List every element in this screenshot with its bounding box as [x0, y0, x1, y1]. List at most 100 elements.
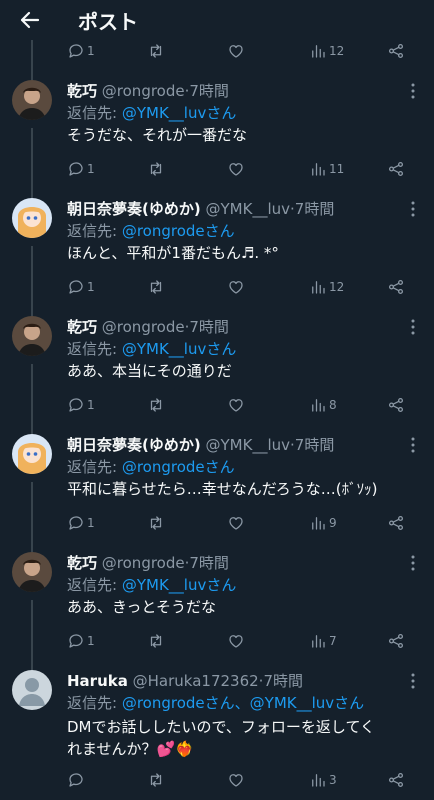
more-options-icon[interactable]: [407, 554, 419, 572]
username[interactable]: @rongrode: [102, 318, 185, 336]
tweet[interactable]: 朝日奈夢奏(ゆめか) @YMK__luv·7時間 返信先: @rongrodeさ…: [0, 198, 434, 308]
tweet[interactable]: 乾巧 @rongrode·7時間 返信先: @YMK__luvさん そうだな、そ…: [0, 80, 434, 190]
views-button[interactable]: 7: [309, 632, 337, 650]
display-name[interactable]: 乾巧: [67, 82, 97, 100]
username[interactable]: @YMK__luv: [206, 200, 291, 218]
like-button[interactable]: [227, 396, 245, 414]
views-button[interactable]: 11: [309, 160, 344, 178]
retweet-icon: [150, 44, 162, 58]
tweet[interactable]: 朝日奈夢奏(ゆめか) @YMK__luv·7時間 返信先: @rongrodeさ…: [0, 434, 434, 544]
timestamp[interactable]: 7時間: [189, 82, 229, 100]
mention-link[interactable]: @rongrodeさん、@YMK__luvさん: [122, 694, 364, 712]
reply-button[interactable]: 1: [67, 632, 95, 650]
share-icon: [388, 279, 404, 295]
display-name[interactable]: 乾巧: [67, 554, 97, 572]
tweet[interactable]: 乾巧 @rongrode·7時間 返信先: @YMK__luvさん ああ、本当に…: [0, 316, 434, 426]
username[interactable]: @Haruka172362: [133, 672, 259, 690]
retweet-button[interactable]: [147, 278, 165, 296]
views-icon: [312, 281, 325, 294]
avatar[interactable]: [12, 434, 52, 474]
share-button[interactable]: [387, 160, 405, 178]
more-options-icon[interactable]: [407, 318, 419, 336]
like-button[interactable]: [227, 42, 245, 60]
tweet-header: 朝日奈夢奏(ゆめか) @YMK__luv·7時間: [67, 198, 334, 219]
display-name[interactable]: Haruka: [67, 672, 128, 690]
like-button[interactable]: [227, 514, 245, 532]
tweet[interactable]: Haruka @Haruka172362·7時間 返信先: @rongrodeさ…: [0, 670, 434, 800]
share-button[interactable]: [387, 514, 405, 532]
views-button[interactable]: 8: [309, 396, 337, 414]
tweet-text: DMでお話ししたいので、フォローを返してく れませんか？💕❤️‍🔥: [67, 716, 375, 760]
reply-button[interactable]: 1: [67, 42, 95, 60]
avatar[interactable]: [12, 80, 52, 120]
reply-count: 1: [87, 398, 95, 412]
reply-button[interactable]: 1: [67, 514, 95, 532]
like-button[interactable]: [227, 632, 245, 650]
tweet-text-line: DMでお話ししたいので、フォローを返してく: [67, 718, 375, 736]
username[interactable]: @rongrode: [102, 554, 185, 572]
more-options-icon[interactable]: [407, 436, 419, 454]
mention-link[interactable]: @YMK__luvさん: [122, 340, 237, 358]
tweet[interactable]: 乾巧 @rongrode·7時間 返信先: @YMK__luvさん ああ、きっと…: [0, 552, 434, 662]
reply-button[interactable]: 1: [67, 160, 95, 178]
username[interactable]: @rongrode: [102, 82, 185, 100]
mention-link[interactable]: @YMK__luvさん: [122, 104, 237, 122]
retweet-button[interactable]: [147, 42, 165, 60]
share-button[interactable]: [387, 771, 405, 789]
reply-icon: [69, 516, 83, 530]
views-button[interactable]: 9: [309, 514, 337, 532]
heart-icon: [229, 774, 243, 787]
share-button[interactable]: [387, 42, 405, 60]
tweet-header: 朝日奈夢奏(ゆめか) @YMK__luv·7時間: [67, 434, 334, 455]
retweet-button[interactable]: [147, 396, 165, 414]
display-name[interactable]: 朝日奈夢奏(ゆめか): [67, 436, 201, 454]
more-options-icon[interactable]: [407, 672, 419, 690]
avatar[interactable]: [12, 552, 52, 592]
share-icon: [388, 161, 404, 177]
timestamp[interactable]: 7時間: [189, 318, 229, 336]
like-button[interactable]: [227, 160, 245, 178]
views-button[interactable]: 12: [309, 278, 344, 296]
action-bar: 1 12: [67, 42, 417, 64]
avatar[interactable]: [12, 198, 52, 238]
replying-to-label: 返信先:: [67, 222, 118, 240]
timestamp[interactable]: 7時間: [295, 200, 335, 218]
avatar[interactable]: [12, 316, 52, 356]
retweet-button[interactable]: [147, 514, 165, 532]
reply-count: 1: [87, 516, 95, 530]
display-name[interactable]: 朝日奈夢奏(ゆめか): [67, 200, 201, 218]
views-icon: [312, 774, 325, 787]
share-button[interactable]: [387, 396, 405, 414]
timestamp[interactable]: 7時間: [189, 554, 229, 572]
mention-link[interactable]: @YMK__luvさん: [122, 576, 237, 594]
reply-icon: [69, 398, 83, 412]
timestamp[interactable]: 7時間: [263, 672, 303, 690]
more-options-icon[interactable]: [407, 200, 419, 218]
views-count: 11: [329, 162, 345, 176]
views-count: 3: [329, 773, 337, 787]
retweet-icon: [150, 634, 162, 648]
tweet-text: ほんと、平和が1番だもん♬. *°: [67, 244, 279, 262]
more-options-icon[interactable]: [407, 82, 419, 100]
mention-link[interactable]: @rongrodeさん: [122, 222, 235, 240]
like-button[interactable]: [227, 771, 245, 789]
mention-link[interactable]: @rongrodeさん: [122, 458, 235, 476]
back-arrow-icon[interactable]: [18, 8, 42, 32]
like-button[interactable]: [227, 278, 245, 296]
retweet-button[interactable]: [147, 632, 165, 650]
retweet-button[interactable]: [147, 771, 165, 789]
share-button[interactable]: [387, 632, 405, 650]
reply-button[interactable]: 1: [67, 396, 95, 414]
display-name[interactable]: 乾巧: [67, 318, 97, 336]
share-button[interactable]: [387, 278, 405, 296]
reply-button[interactable]: 1: [67, 278, 95, 296]
heart-icon: [229, 635, 243, 648]
views-button[interactable]: 12: [309, 42, 344, 60]
retweet-button[interactable]: [147, 160, 165, 178]
avatar[interactable]: [12, 670, 52, 710]
views-icon: [312, 399, 325, 412]
timestamp[interactable]: 7時間: [295, 436, 335, 454]
reply-button[interactable]: [67, 771, 87, 789]
username[interactable]: @YMK__luv: [206, 436, 291, 454]
views-button[interactable]: 3: [309, 771, 337, 789]
